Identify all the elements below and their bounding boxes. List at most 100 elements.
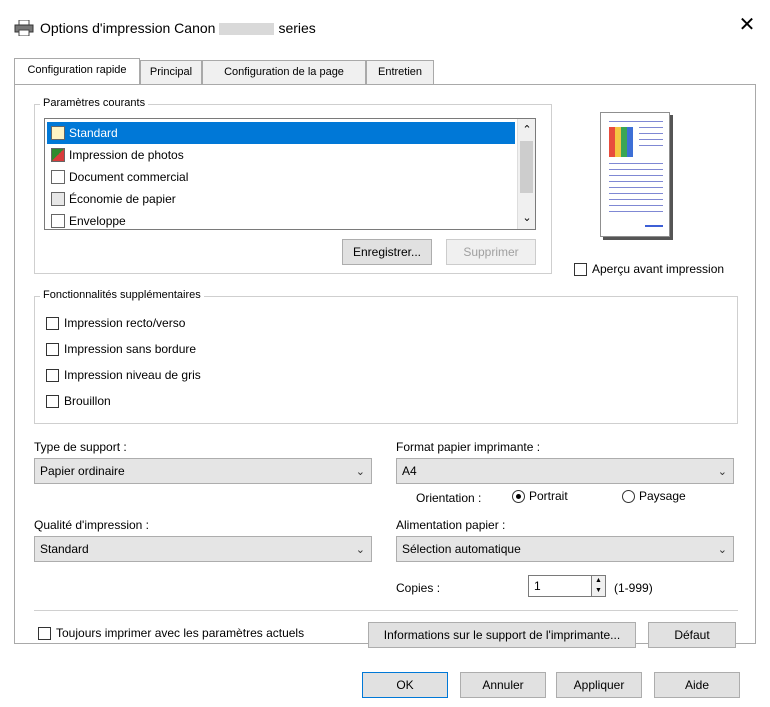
print-quality-value: Standard — [40, 542, 89, 556]
current-settings-title: Paramètres courants — [40, 97, 149, 109]
copies-label: Copies : — [396, 581, 441, 595]
preview-line — [609, 205, 663, 206]
scroll-down-icon[interactable]: ⌄ — [521, 211, 533, 225]
draft-label: Brouillon — [64, 394, 111, 408]
paper-size-select[interactable]: A4 ⌄ — [396, 458, 734, 484]
default-button[interactable]: Défaut — [648, 622, 736, 648]
borderless-checkbox[interactable]: Impression sans bordure — [46, 340, 196, 358]
draft-checkbox[interactable]: Brouillon — [46, 392, 111, 410]
list-item-label: Standard — [69, 126, 118, 140]
list-item-standard[interactable]: Standard — [47, 122, 515, 144]
list-item-label: Document commercial — [69, 170, 189, 184]
chevron-down-icon: ⌄ — [717, 466, 727, 478]
redacted-model-name — [219, 23, 275, 36]
preview-line — [609, 211, 663, 212]
list-item-label: Enveloppe — [69, 214, 126, 228]
checkbox-box[interactable] — [46, 342, 59, 356]
always-print-checkbox[interactable]: Toujours imprimer avec les paramètres ac… — [38, 624, 304, 642]
close-icon[interactable]: ✕ — [736, 14, 758, 36]
preview-line — [645, 225, 663, 227]
ok-button[interactable]: OK — [362, 672, 448, 698]
preview-line — [609, 181, 663, 182]
paper-source-select[interactable]: Sélection automatique ⌄ — [396, 536, 734, 562]
checkbox-box[interactable] — [46, 316, 59, 330]
tab-configuration-page[interactable]: Configuration de la page — [202, 60, 366, 84]
additional-features-title: Fonctionnalités supplémentaires — [40, 289, 204, 301]
chevron-down-icon: ⌄ — [355, 544, 365, 556]
media-type-label: Type de support : — [34, 440, 127, 454]
title-bar: Options d'impression Canon series ✕ — [0, 0, 770, 54]
window-title: Options d'impression Canon series — [40, 20, 316, 36]
document-icon — [51, 170, 65, 184]
preview-line — [609, 187, 663, 188]
divider — [34, 610, 738, 611]
preview-label: Aperçu avant impression — [592, 262, 725, 276]
preview-line — [639, 139, 663, 140]
help-button[interactable]: Aide — [654, 672, 740, 698]
media-type-select[interactable]: Papier ordinaire ⌄ — [34, 458, 372, 484]
preview-line — [609, 175, 663, 176]
paper-size-label: Format papier imprimante : — [396, 440, 541, 454]
list-item-envelope[interactable]: Enveloppe — [47, 210, 515, 229]
copies-value[interactable]: 1 — [534, 579, 541, 593]
window-title-suffix: series — [278, 20, 316, 36]
orientation-portrait-radio[interactable]: Portrait — [512, 489, 568, 503]
copies-range: (1-999) — [614, 581, 653, 595]
preview-line — [609, 199, 663, 200]
preview-photo-block — [609, 127, 633, 157]
tab-configuration-rapide[interactable]: Configuration rapide — [14, 58, 140, 84]
list-scrollbar[interactable]: ⌃ ⌄ — [517, 119, 535, 229]
duplex-label: Impression recto/verso — [64, 316, 186, 330]
apply-button[interactable]: Appliquer — [556, 672, 642, 698]
portrait-label: Portrait — [529, 489, 568, 503]
preview-before-print-checkbox[interactable]: Aperçu avant impression — [574, 260, 724, 278]
photo-icon — [51, 148, 65, 162]
scroll-up-icon[interactable]: ⌃ — [521, 123, 533, 137]
preview-line — [609, 169, 663, 170]
checkbox-box[interactable] — [46, 368, 59, 382]
chevron-down-icon: ⌄ — [355, 466, 365, 478]
media-type-value: Papier ordinaire — [40, 464, 125, 478]
scroll-thumb[interactable] — [520, 141, 533, 193]
preview-line — [609, 121, 663, 122]
list-item-document[interactable]: Document commercial — [47, 166, 515, 188]
preview-line — [609, 193, 663, 194]
grayscale-checkbox[interactable]: Impression niveau de gris — [46, 366, 201, 384]
grayscale-label: Impression niveau de gris — [64, 368, 201, 382]
orientation-label: Orientation : — [416, 491, 482, 505]
borderless-label: Impression sans bordure — [64, 342, 197, 356]
checkbox-box[interactable] — [574, 262, 587, 276]
tab-principal[interactable]: Principal — [140, 60, 202, 84]
always-print-label: Toujours imprimer avec les paramètres ac… — [56, 626, 305, 640]
cancel-button[interactable]: Annuler — [460, 672, 546, 698]
preview-line — [609, 163, 663, 164]
envelope-icon — [51, 214, 65, 228]
tab-entretien[interactable]: Entretien — [366, 60, 434, 84]
paper-source-label: Alimentation papier : — [396, 518, 506, 532]
orientation-landscape-radio[interactable]: Paysage — [622, 489, 686, 503]
checkbox-box[interactable] — [46, 394, 59, 408]
copies-stepper[interactable]: 1 ▲ ▼ — [528, 575, 606, 597]
save-button[interactable]: Enregistrer... — [342, 239, 432, 265]
paper-size-value: A4 — [402, 464, 417, 478]
checkbox-box[interactable] — [38, 626, 51, 640]
radio-selected[interactable] — [512, 489, 525, 503]
preview-line — [639, 145, 663, 146]
window-title-prefix: Options d'impression Canon — [40, 20, 216, 36]
list-item-label: Économie de papier — [69, 192, 176, 206]
print-quality-select[interactable]: Standard ⌄ — [34, 536, 372, 562]
delete-button[interactable]: Supprimer — [446, 239, 536, 265]
duplex-checkbox[interactable]: Impression recto/verso — [46, 314, 185, 332]
print-quality-label: Qualité d'impression : — [34, 518, 150, 532]
radio-unselected[interactable] — [622, 489, 635, 503]
paper-saving-icon — [51, 192, 65, 206]
landscape-label: Paysage — [639, 489, 686, 503]
list-item-photos[interactable]: Impression de photos — [47, 144, 515, 166]
list-item-label: Impression de photos — [69, 148, 184, 162]
page-preview — [600, 112, 670, 237]
standard-icon — [51, 126, 65, 140]
current-settings-list[interactable]: Standard Impression de photos Document c… — [44, 118, 536, 230]
list-item-paper-saving[interactable]: Économie de papier — [47, 188, 515, 210]
stepper-arrows-icon[interactable]: ▲ ▼ — [591, 576, 605, 596]
media-info-button[interactable]: Informations sur le support de l'imprima… — [368, 622, 636, 648]
